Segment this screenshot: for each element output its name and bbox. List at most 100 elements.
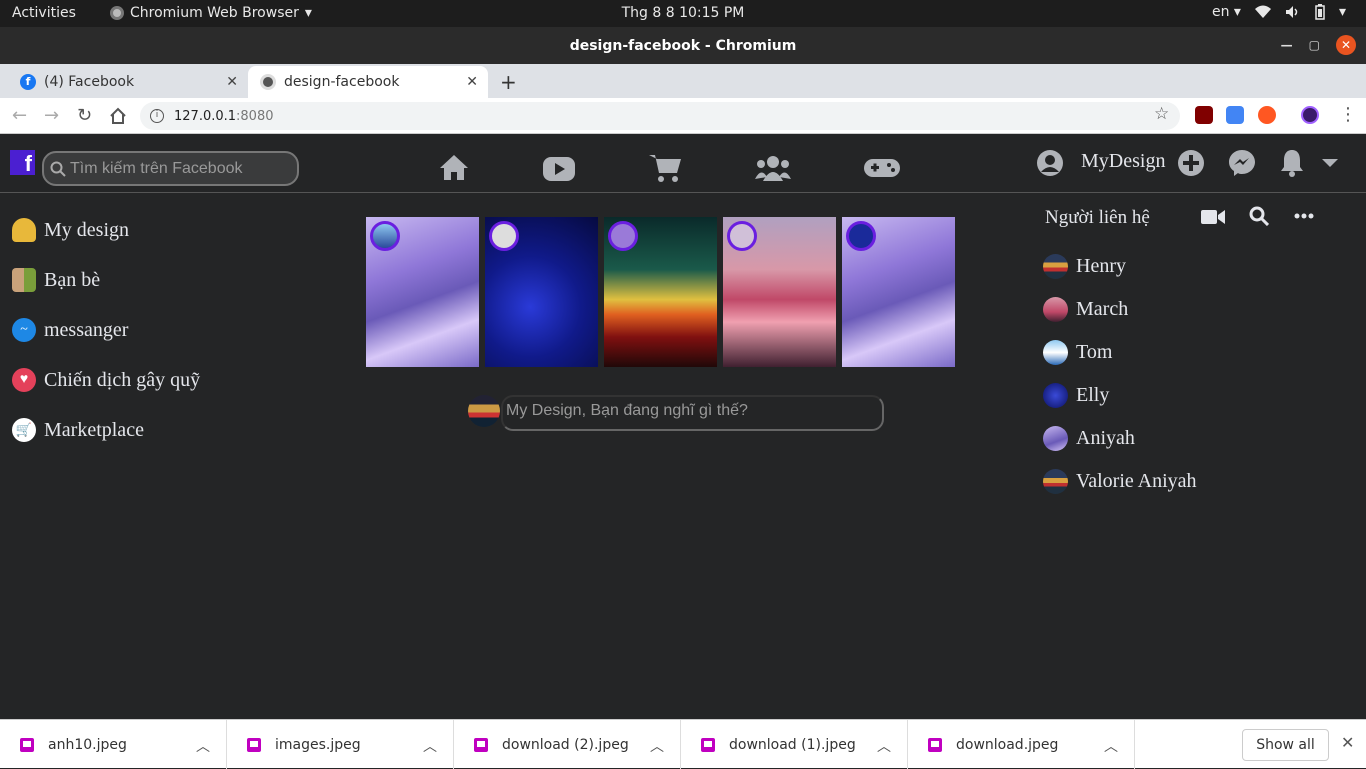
profile-avatar[interactable]: [1301, 106, 1319, 124]
story-card[interactable]: [842, 217, 955, 367]
new-tab-button[interactable]: +: [500, 70, 517, 94]
left-sidebar: My design Bạn bè ~ messanger ♥ Chiến dịc…: [12, 205, 200, 455]
story-card[interactable]: [366, 217, 479, 367]
volume-icon: [1285, 6, 1298, 18]
address-bar[interactable]: i 127.0.0.1:8080: [140, 102, 1180, 130]
contact-item[interactable]: Valorie Aniyah: [1043, 460, 1197, 503]
messenger-icon[interactable]: [1228, 149, 1256, 177]
window-title: design-facebook - Chromium: [569, 38, 797, 54]
chevron-up-icon[interactable]: ︿: [196, 736, 210, 756]
fb-search-input[interactable]: [70, 159, 290, 178]
system-top-bar: Activities Chromium Web Browser ▾ Thg 8 …: [0, 0, 1366, 27]
maximize-button[interactable]: ▢: [1309, 38, 1320, 52]
bookmark-star-icon[interactable]: ☆: [1154, 104, 1169, 124]
site-info-icon[interactable]: i: [150, 109, 164, 123]
browser-toolbar: ← → ↻ i 127.0.0.1:8080 ☆ ⋮: [0, 98, 1366, 134]
sidebar-item-friends[interactable]: Bạn bè: [12, 255, 200, 305]
story-card[interactable]: [485, 217, 598, 367]
create-plus-icon[interactable]: [1177, 149, 1205, 177]
contact-item[interactable]: Aniyah: [1043, 417, 1197, 460]
chevron-up-icon[interactable]: ︿: [1104, 736, 1118, 756]
fb-search-box[interactable]: [42, 151, 299, 186]
video-call-icon[interactable]: [1201, 209, 1225, 225]
sidebar-item-marketplace[interactable]: 🛒 Marketplace: [12, 405, 200, 455]
sidebar-item-label: Bạn bè: [44, 268, 101, 291]
chevron-up-icon[interactable]: ︿: [423, 736, 437, 756]
contact-avatar: [1043, 469, 1068, 494]
download-item[interactable]: download (1).jpeg ︿: [681, 720, 908, 769]
sidebar-item-label: messanger: [44, 318, 129, 341]
download-item[interactable]: images.jpeg ︿: [227, 720, 454, 769]
video-icon[interactable]: [543, 157, 575, 181]
download-item[interactable]: anh10.jpeg ︿: [0, 720, 227, 769]
download-item[interactable]: download (2).jpeg ︿: [454, 720, 681, 769]
wifi-icon: [1254, 5, 1271, 18]
more-options-icon[interactable]: [1294, 213, 1314, 219]
contact-name: March: [1076, 298, 1129, 320]
close-window-button[interactable]: ✕: [1336, 35, 1356, 55]
translate-extension-icon[interactable]: [1226, 106, 1244, 124]
contact-avatar: [1043, 254, 1068, 279]
post-input[interactable]: My Design, Bạn đang nghĩ gì thế?: [501, 395, 884, 431]
globe-favicon-icon: [260, 74, 276, 90]
story-avatar: [846, 221, 876, 251]
contact-item[interactable]: March: [1043, 288, 1197, 331]
show-all-downloads-button[interactable]: Show all: [1242, 729, 1329, 761]
clock[interactable]: Thg 8 8 10:15 PM: [0, 5, 1366, 21]
language-indicator[interactable]: en ▾: [1212, 4, 1241, 20]
contact-name: Henry: [1076, 255, 1126, 277]
facebook-logo-icon[interactable]: f: [10, 150, 35, 176]
image-file-icon: [20, 737, 34, 752]
reload-button[interactable]: ↻: [77, 105, 92, 126]
home-button[interactable]: [109, 107, 127, 125]
search-contacts-icon[interactable]: [1249, 206, 1269, 226]
fb-header: f MyDesign: [0, 135, 1366, 193]
close-tab-icon[interactable]: ✕: [466, 74, 478, 90]
download-item[interactable]: download.jpeg ︿: [908, 720, 1135, 769]
post-avatar: [468, 395, 500, 427]
tab-facebook[interactable]: f (4) Facebook ✕: [8, 66, 248, 98]
sidebar-item-messenger[interactable]: ~ messanger: [12, 305, 200, 355]
forward-button[interactable]: →: [44, 105, 59, 126]
contact-name: Aniyah: [1076, 427, 1135, 449]
groups-icon[interactable]: [755, 155, 791, 181]
downloads-bar: anh10.jpeg ︿ images.jpeg ︿ download (2).…: [0, 719, 1366, 769]
fire-extension-icon[interactable]: [1258, 106, 1276, 124]
tab-design-facebook[interactable]: design-facebook ✕: [248, 66, 488, 98]
account-menu-caret-icon[interactable]: [1321, 157, 1339, 169]
notifications-bell-icon[interactable]: [1279, 148, 1305, 178]
chevron-up-icon[interactable]: ︿: [650, 736, 664, 756]
caret-down-icon: ▾: [1338, 4, 1346, 20]
sidebar-item-my-design[interactable]: My design: [12, 205, 200, 255]
marketplace-cart-icon[interactable]: [649, 153, 683, 183]
story-avatar: [370, 221, 400, 251]
friends-icon: [12, 268, 36, 292]
close-tab-icon[interactable]: ✕: [226, 74, 238, 90]
account-avatar-icon[interactable]: [1036, 149, 1064, 177]
contact-avatar: [1043, 383, 1068, 408]
back-button[interactable]: ←: [12, 105, 27, 126]
image-file-icon: [474, 737, 488, 752]
close-downloads-bar-icon[interactable]: ✕: [1341, 733, 1354, 752]
contact-name: Elly: [1076, 384, 1110, 406]
contacts-list: Henry March Tom Elly Aniyah Valorie Aniy…: [1043, 245, 1197, 503]
browser-menu-icon[interactable]: ⋮: [1339, 104, 1357, 125]
story-card[interactable]: [604, 217, 717, 367]
sidebar-item-fundraiser[interactable]: ♥ Chiến dịch gây quỹ: [12, 355, 200, 405]
messenger-icon: ~: [12, 318, 36, 342]
stories-row: [366, 217, 955, 367]
home-icon[interactable]: [438, 153, 470, 181]
contact-item[interactable]: Tom: [1043, 331, 1197, 374]
download-filename: images.jpeg: [275, 736, 361, 753]
minimize-button[interactable]: —: [1281, 38, 1293, 52]
system-tray[interactable]: en ▾ ▾: [1212, 4, 1346, 20]
contact-item[interactable]: Elly: [1043, 374, 1197, 417]
profile-name[interactable]: MyDesign: [1081, 150, 1165, 173]
ublock-extension-icon[interactable]: [1195, 106, 1213, 124]
image-file-icon: [247, 737, 261, 752]
chevron-up-icon[interactable]: ︿: [877, 736, 891, 756]
contact-item[interactable]: Henry: [1043, 245, 1197, 288]
gaming-icon[interactable]: [864, 157, 900, 179]
story-card[interactable]: [723, 217, 836, 367]
contact-avatar: [1043, 340, 1068, 365]
